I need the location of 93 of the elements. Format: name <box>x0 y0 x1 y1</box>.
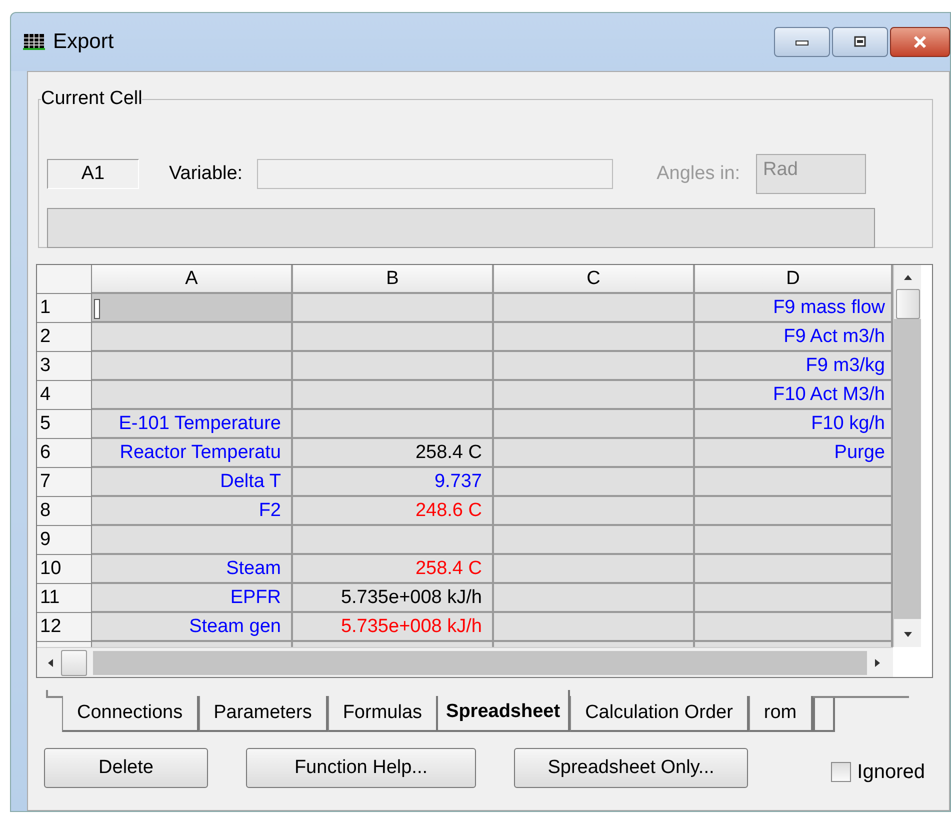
maximize-button[interactable] <box>832 27 888 57</box>
angles-label: Angles in: <box>656 163 740 185</box>
table-cell[interactable] <box>695 468 893 497</box>
table-cell[interactable] <box>293 381 494 410</box>
tab-scroll-edges <box>812 696 835 732</box>
tab[interactable]: Calculation Order <box>570 696 749 732</box>
table-cell[interactable] <box>695 555 893 584</box>
scroll-thumb[interactable] <box>61 650 87 676</box>
row-header[interactable]: 10 <box>37 555 92 584</box>
column-header[interactable]: B <box>293 265 494 294</box>
variable-label: Variable: <box>169 163 243 185</box>
grid-icon <box>23 33 45 51</box>
row-header[interactable]: 8 <box>37 497 92 526</box>
tab[interactable]: Parameters <box>198 696 328 732</box>
table-cell[interactable]: F10 kg/h <box>695 410 893 439</box>
table-cell[interactable] <box>494 381 695 410</box>
table-cell[interactable] <box>293 294 494 323</box>
tab[interactable]: rom <box>748 696 813 732</box>
minimize-icon <box>794 38 810 46</box>
table-cell[interactable] <box>92 526 293 555</box>
table-cell[interactable] <box>494 613 695 642</box>
column-header[interactable]: D <box>695 265 893 294</box>
row-header[interactable]: 1 <box>37 294 92 323</box>
close-icon <box>911 35 929 49</box>
group-legend: Current Cell <box>41 88 142 110</box>
table-cell[interactable] <box>494 323 695 352</box>
table-cell[interactable] <box>92 381 293 410</box>
scroll-thumb[interactable] <box>896 289 920 319</box>
row-header[interactable]: 7 <box>37 468 92 497</box>
table-cell[interactable] <box>494 584 695 613</box>
row-header[interactable]: 5 <box>37 410 92 439</box>
table-cell[interactable] <box>695 584 893 613</box>
tab[interactable]: Formulas <box>328 696 438 732</box>
row-header[interactable]: 6 <box>37 439 92 468</box>
table-cell[interactable]: 258.4 C <box>293 439 494 468</box>
table-cell[interactable] <box>92 294 293 323</box>
cell-reference: A1 <box>47 159 139 189</box>
table-cell[interactable] <box>494 410 695 439</box>
table-cell[interactable] <box>293 352 494 381</box>
row-header[interactable]: 4 <box>37 381 92 410</box>
row-header[interactable]: 3 <box>37 352 92 381</box>
table-cell[interactable] <box>293 410 494 439</box>
table-cell[interactable]: Purge <box>695 439 893 468</box>
horizontal-scrollbar[interactable] <box>37 647 893 677</box>
table-cell[interactable]: F10 Act M3/h <box>695 381 893 410</box>
restore-icon <box>852 36 868 48</box>
column-header[interactable]: A <box>92 265 293 294</box>
row-header[interactable]: 11 <box>37 584 92 613</box>
row-header[interactable]: 9 <box>37 526 92 555</box>
table-cell[interactable]: F9 m3/kg <box>695 352 893 381</box>
table-cell[interactable] <box>494 352 695 381</box>
action-button[interactable]: Spreadsheet Only... <box>514 748 748 788</box>
table-cell[interactable]: Reactor Temperatu <box>92 439 293 468</box>
close-button[interactable] <box>890 27 950 57</box>
row-header[interactable]: 12 <box>37 613 92 642</box>
table-cell[interactable] <box>494 294 695 323</box>
ignored-checkbox[interactable] <box>831 762 852 782</box>
window-title: Export <box>53 30 114 54</box>
table-cell[interactable] <box>494 497 695 526</box>
table-cell[interactable] <box>695 497 893 526</box>
table-cell[interactable]: Steam gen <box>92 613 293 642</box>
table-cell[interactable] <box>494 526 695 555</box>
table-cell[interactable] <box>293 526 494 555</box>
table-cell[interactable]: 5.735e+008 kJ/h <box>293 584 494 613</box>
vertical-scrollbar[interactable] <box>893 265 921 647</box>
table-cell[interactable] <box>494 439 695 468</box>
table-cell[interactable]: Steam <box>92 555 293 584</box>
checkbox-label: Ignored <box>857 760 925 784</box>
table-cell[interactable] <box>293 323 494 352</box>
minimize-button[interactable] <box>774 27 830 57</box>
table-cell[interactable]: F9 mass flow <box>695 294 893 323</box>
tab[interactable]: Connections <box>62 696 199 732</box>
table-cell[interactable]: E-101 Temperature <box>92 410 293 439</box>
table-cell[interactable]: EPFR <box>92 584 293 613</box>
table-cell[interactable]: Delta T <box>92 468 293 497</box>
table-cell[interactable] <box>92 323 293 352</box>
row-header[interactable]: 2 <box>37 323 92 352</box>
table-cell[interactable] <box>494 468 695 497</box>
scroll-down-icon[interactable] <box>902 631 914 639</box>
table-cell[interactable] <box>92 352 293 381</box>
action-button[interactable]: Function Help... <box>246 748 476 788</box>
scroll-up-icon[interactable] <box>902 273 914 281</box>
table-cell[interactable] <box>695 526 893 555</box>
variable-field[interactable] <box>256 159 613 189</box>
table-cell[interactable]: F2 <box>92 497 293 526</box>
tab[interactable]: Spreadsheet <box>438 690 570 732</box>
column-header[interactable]: C <box>494 265 695 294</box>
table-cell[interactable]: 9.737 <box>293 468 494 497</box>
table-cell[interactable] <box>494 555 695 584</box>
table-cell[interactable] <box>695 613 893 642</box>
formula-field[interactable] <box>47 208 875 248</box>
table-cell[interactable]: F9 Act m3/h <box>695 323 893 352</box>
action-button[interactable]: Delete <box>44 748 208 788</box>
